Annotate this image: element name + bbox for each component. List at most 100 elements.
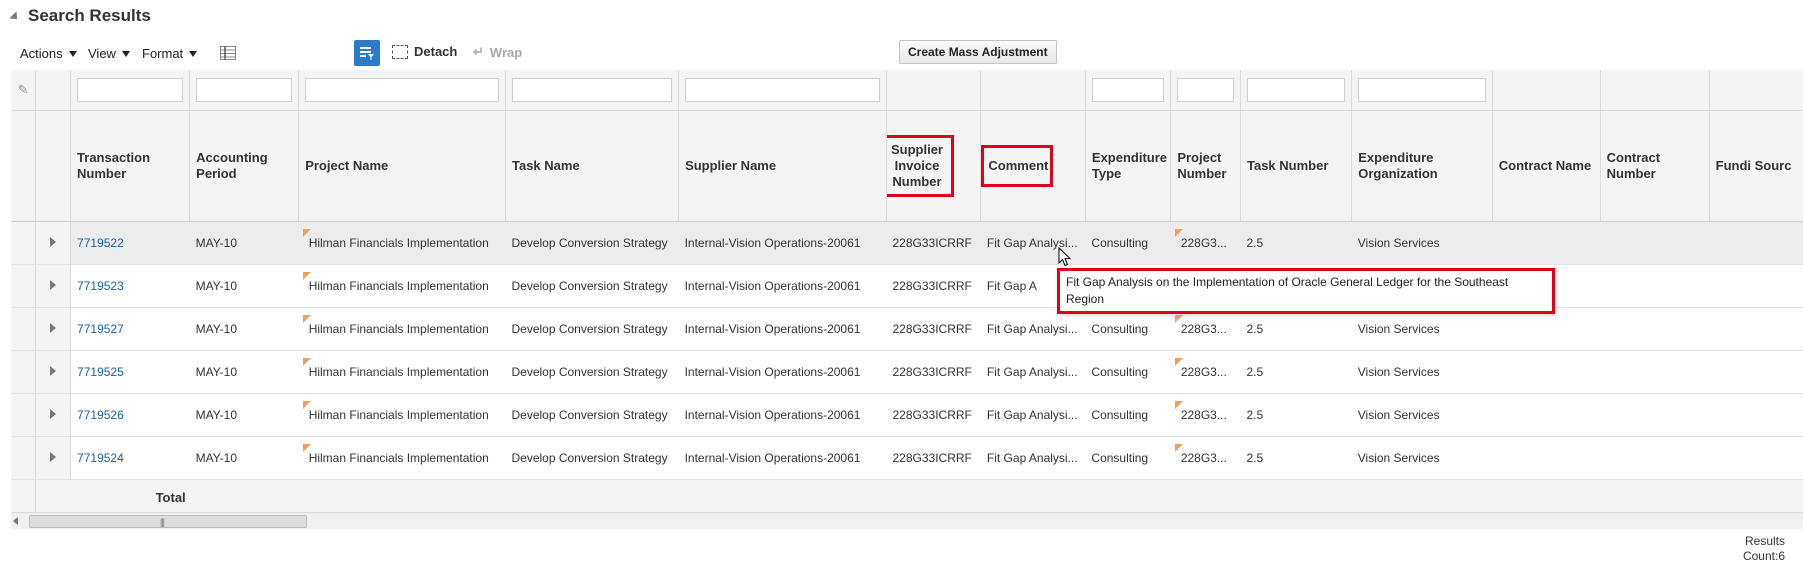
column-header-project-name[interactable]: Project Name [298, 110, 506, 222]
cell-expenditure-type: Consulting [1085, 393, 1171, 437]
expand-row-icon[interactable] [50, 452, 57, 462]
scroll-left-arrow-icon[interactable] [13, 517, 18, 525]
cell-funding-source [1709, 264, 1803, 308]
create-mass-adjustment-button[interactable]: Create Mass Adjustment [899, 40, 1057, 64]
cell-transaction-number: 7719524 [70, 436, 190, 480]
format-menu-label: Format [142, 46, 184, 61]
filter-input-transaction-number[interactable] [77, 78, 184, 102]
collapse-icon[interactable] [9, 11, 21, 23]
cell-supplier-name: Internal-Vision Operations-20061 [678, 307, 887, 351]
mouse-pointer-icon [1058, 247, 1072, 267]
row-gutter [11, 221, 37, 265]
scrollbar-thumb[interactable]: ||| [29, 515, 307, 528]
column-header-accounting-period[interactable]: Accounting Period [189, 110, 300, 222]
view-menu[interactable]: View [88, 46, 130, 61]
column-header-project-number[interactable]: Project Number [1170, 110, 1241, 222]
transaction-number-link[interactable]: 7719523 [77, 279, 124, 293]
expand-row-icon[interactable] [50, 237, 57, 247]
row-gutter [11, 350, 37, 394]
transaction-number-link[interactable]: 7719527 [77, 322, 124, 336]
column-header-task-number[interactable]: Task Number [1240, 110, 1353, 222]
cell-funding-source [1709, 221, 1803, 265]
filter-input-project-number[interactable] [1177, 78, 1234, 102]
cell-comment: Fit Gap Analysi... [980, 393, 1086, 437]
edit-icon[interactable]: ✎ [18, 82, 29, 97]
filter-input-supplier-name[interactable] [685, 78, 880, 102]
cell-expenditure-type: Consulting [1085, 350, 1171, 394]
freeze-columns-icon[interactable] [220, 46, 236, 60]
highlight-box: Comment [981, 145, 1054, 187]
filter-cell-supplier-invoice [886, 70, 982, 111]
column-header-supplier-name[interactable]: Supplier Name [678, 110, 887, 222]
filter-input-expenditure-type[interactable] [1091, 78, 1165, 102]
column-header-supplier-invoice-number[interactable]: Supplier Invoice Number [886, 110, 982, 222]
row-expander[interactable] [35, 393, 72, 437]
table-body: 7719522 MAY-10 Hilman Financials Implement… [11, 221, 1803, 480]
cell-task-name: Develop Conversion Strategy [505, 264, 679, 308]
row-expander[interactable] [35, 350, 72, 394]
cell-funding-source [1709, 436, 1803, 480]
column-header-task-name[interactable]: Task Name [505, 110, 680, 222]
cell-supplier-name: Internal-Vision Operations-20061 [678, 264, 887, 308]
actions-menu[interactable]: Actions [20, 46, 77, 61]
cell-accounting-period: MAY-10 [189, 307, 299, 351]
wrap-button[interactable]: ↵ Wrap [473, 44, 522, 60]
transaction-number-link[interactable]: 7719524 [77, 451, 124, 465]
cell-project-name: Hilman Financials Implementation [298, 350, 506, 394]
filter-input-expenditure-organization[interactable] [1358, 78, 1486, 102]
cell-task-name: Develop Conversion Strategy [505, 221, 679, 265]
caret-down-icon [189, 50, 198, 57]
filter-input-project-name[interactable] [305, 78, 499, 102]
actions-menu-label: Actions [20, 46, 63, 61]
toolbar: Actions View Format Detach ↵ Wrap Create… [20, 40, 1800, 68]
cell-project-name: Hilman Financials Implementation [298, 307, 506, 351]
transaction-number-link[interactable]: 7719526 [77, 408, 124, 422]
cell-supplier-invoice-number: 228G33ICRRF [886, 221, 981, 265]
row-gutter [11, 436, 37, 480]
column-header-contract-number[interactable]: Contract Number [1600, 110, 1710, 222]
expand-row-icon[interactable] [50, 323, 57, 333]
table-row[interactable]: 7719524 MAY-10 Hilman Financials Implement… [11, 436, 1803, 480]
query-by-example-button[interactable] [354, 40, 380, 66]
column-header-comment[interactable]: Comment [980, 110, 1086, 222]
view-menu-label: View [88, 46, 116, 61]
column-header-transaction-number[interactable]: Transaction Number [70, 110, 191, 222]
cell-funding-source [1709, 393, 1803, 437]
cell-contract-name [1492, 350, 1601, 394]
filter-input-task-number[interactable] [1246, 78, 1346, 102]
row-expander[interactable] [35, 307, 72, 351]
cell-contract-number [1600, 221, 1710, 265]
column-header-contract-name[interactable]: Contract Name [1492, 110, 1601, 222]
expand-row-icon[interactable] [50, 280, 57, 290]
transaction-number-link[interactable]: 7719522 [77, 236, 124, 250]
cell-contract-number [1600, 264, 1710, 308]
detach-button[interactable]: Detach [392, 44, 457, 59]
expand-row-icon[interactable] [50, 409, 57, 419]
row-expander[interactable] [35, 221, 72, 265]
cell-transaction-number: 7719526 [70, 393, 190, 437]
filter-cell-contract-name [1492, 70, 1601, 111]
row-expander[interactable] [35, 436, 72, 480]
cell-project-number: 228G3... [1170, 436, 1241, 480]
table-row[interactable]: 7719522 MAY-10 Hilman Financials Implement… [11, 221, 1803, 265]
column-header-expenditure-type[interactable]: Expenditure Type [1085, 110, 1172, 222]
table-row[interactable]: 7719526 MAY-10 Hilman Financials Implement… [11, 393, 1803, 437]
header-gutter [11, 110, 37, 222]
cell-task-number: 2.5 [1240, 221, 1352, 265]
cell-expenditure-organization: Vision Services [1351, 221, 1493, 265]
horizontal-scrollbar[interactable]: ||| [11, 512, 1803, 529]
cell-comment: Fit Gap Analysi... [980, 436, 1086, 480]
format-menu[interactable]: Format [142, 46, 198, 61]
column-header-expenditure-organization[interactable]: Expenditure Organization [1351, 110, 1493, 222]
filter-input-task-name[interactable] [511, 78, 673, 102]
section-header[interactable]: Search Results [9, 6, 151, 26]
row-expander[interactable] [35, 264, 72, 308]
cell-supplier-invoice-number: 228G33ICRRF [886, 393, 981, 437]
transaction-number-link[interactable]: 7719525 [77, 365, 124, 379]
cell-contract-number [1600, 307, 1710, 351]
cell-supplier-name: Internal-Vision Operations-20061 [678, 393, 887, 437]
table-row[interactable]: 7719525 MAY-10 Hilman Financials Implement… [11, 350, 1803, 394]
expand-row-icon[interactable] [50, 366, 57, 376]
column-header-funding-source[interactable]: Fundi Sourc [1709, 110, 1803, 222]
filter-input-accounting-period[interactable] [196, 78, 293, 102]
